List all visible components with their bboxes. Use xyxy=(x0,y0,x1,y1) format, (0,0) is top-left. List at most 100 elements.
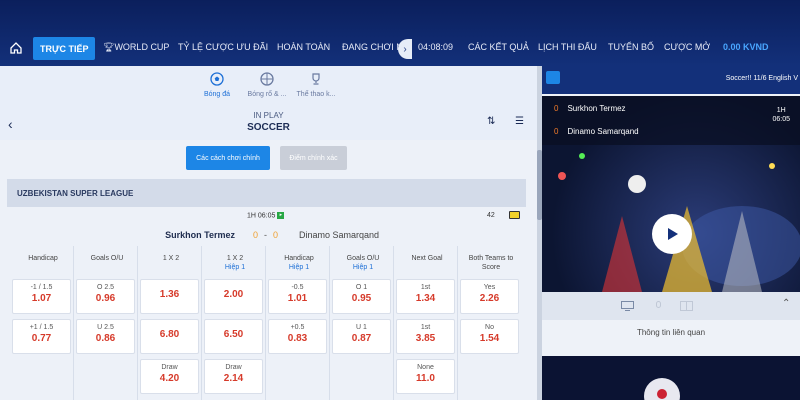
odds-button[interactable]: 1.36 xyxy=(140,279,199,314)
odds-button[interactable]: Yes 2.26 xyxy=(460,279,519,314)
column-title: Handicap xyxy=(28,255,58,262)
odds-value: 0.95 xyxy=(351,293,372,304)
odds-column: Next Goal 1st 1.34 1st 3.85 None 11.0 xyxy=(395,246,459,394)
microphone-icon[interactable] xyxy=(652,301,665,311)
odds-column: 1 X 2 Hiệp 1 2.00 6.50 Draw 2.14 xyxy=(203,246,267,394)
odds-value: 1.34 xyxy=(415,293,436,304)
nav-clock: 04:08:09 xyxy=(418,42,454,52)
column-header: Both Teams to Score xyxy=(459,246,523,276)
menu-icon[interactable]: ☰ xyxy=(515,116,524,127)
nav-open-bets[interactable]: CƯỢC MỞ xyxy=(664,42,710,52)
odds-button[interactable]: O 1 0.95 xyxy=(332,279,391,314)
odds-column: 1 X 2 1.36 6.80 Draw 4.20 xyxy=(139,246,203,394)
odds-button[interactable]: Draw 2.14 xyxy=(204,359,263,394)
monitor-icon[interactable] xyxy=(621,301,634,311)
scoreboard-away-name: Dinamo Samarqand xyxy=(567,127,639,136)
odds-button[interactable]: No 1.54 xyxy=(460,319,519,354)
video-player[interactable]: 0 Surkhon Termez 0 Dinamo Samarqand 1H 06:0… xyxy=(542,96,800,292)
video-scoreboard: 0 Surkhon Termez 0 Dinamo Samarqand 1H 06:0… xyxy=(542,96,800,145)
column-header: Handicap xyxy=(11,246,75,276)
media-controls: ⌃ xyxy=(542,292,800,320)
odds-value: 1.07 xyxy=(31,293,52,304)
media-title[interactable]: Soccer!! 11/6 English V xyxy=(726,75,798,82)
odds-column: Goals O/U Hiệp 1 O 1 0.95 U 1 0.87 xyxy=(331,246,395,354)
nav-scroll-button[interactable]: › xyxy=(398,39,412,59)
odds-button[interactable]: +1 / 1.5 0.77 xyxy=(12,319,71,354)
column-divider xyxy=(201,246,202,400)
banner-image xyxy=(644,378,680,400)
odds-button[interactable]: U 2.5 0.86 xyxy=(76,319,135,354)
page-title: SOCCER xyxy=(247,122,290,133)
odds-button[interactable]: +0.5 0.83 xyxy=(268,319,327,354)
main-bets-button[interactable]: Các cách chơi chính xyxy=(186,146,270,170)
period-label: 1H xyxy=(776,107,786,114)
stats-icon[interactable] xyxy=(680,301,693,311)
match-score: 0-0 xyxy=(253,230,278,240)
odds-button[interactable]: 1st 3.85 xyxy=(396,319,455,354)
live-badge-icon: ▸ xyxy=(277,212,285,219)
column-title: Next Goal xyxy=(411,255,443,262)
column-header: 1 X 2 Hiệp 1 xyxy=(203,246,267,276)
odds-button[interactable]: Draw 4.20 xyxy=(140,359,199,394)
play-button[interactable] xyxy=(652,214,692,254)
top-header: TRỰC TIẾP 🏆︎WORLD CUP TỶ LỆ CƯỢC ƯU ĐÃI … xyxy=(0,0,800,66)
betting-panel: Bóng đá Bóng rổ & ... Thể thao k... ‹ IN… xyxy=(0,66,537,400)
sport-tab-label: Thể thao k... xyxy=(296,91,336,98)
column-title: 1 X 2 xyxy=(162,255,180,262)
tv-icon[interactable] xyxy=(509,211,520,219)
league-header[interactable]: UZBEKISTAN SUPER LEAGUE xyxy=(7,179,526,207)
nav-promo-odds[interactable]: TỶ LỆ CƯỢC ƯU ĐÃI xyxy=(178,42,268,52)
sport-tab-basketball[interactable]: Bóng rổ & ... xyxy=(242,72,292,98)
balance[interactable]: 0.00 KVND xyxy=(723,42,769,52)
odds-value: 1.01 xyxy=(287,293,308,304)
odds-value: 1.54 xyxy=(479,333,500,344)
home-icon[interactable] xyxy=(9,41,23,55)
market-count[interactable]: 42 xyxy=(487,212,495,219)
odds-button[interactable]: 6.80 xyxy=(140,319,199,354)
odds-value: 2.26 xyxy=(479,293,500,304)
promo-banner[interactable] xyxy=(542,356,800,400)
nav-statement[interactable]: TUYỂN BỐ xyxy=(608,42,654,52)
column-title: Both Teams to Score xyxy=(468,255,514,271)
nav-results[interactable]: CÁC KẾT QUẢ xyxy=(468,42,529,52)
odds-button[interactable]: -0.5 1.01 xyxy=(268,279,327,314)
odds-button[interactable]: -1 / 1.5 1.07 xyxy=(12,279,71,314)
sort-icon[interactable]: ⇅ xyxy=(487,116,495,127)
odds-label: Draw xyxy=(225,364,242,371)
play-icon xyxy=(668,228,678,240)
odds-button[interactable]: 6.50 xyxy=(204,319,263,354)
sport-category-bar: Bóng đá Bóng rổ & ... Thể thao k... ‹ IN… xyxy=(0,66,537,140)
odds-button[interactable]: O 2.5 0.96 xyxy=(76,279,135,314)
chevron-right-icon: › xyxy=(403,43,407,55)
exact-score-button[interactable]: Điểm chính xác xyxy=(280,146,347,170)
column-header: Next Goal xyxy=(395,246,459,276)
live-tab[interactable]: TRỰC TIẾP xyxy=(33,37,96,60)
in-play-label: IN PLAY xyxy=(253,111,284,120)
odds-label: O 2.5 xyxy=(96,284,115,291)
main-nav: TRỰC TIẾP 🏆︎WORLD CUP TỶ LỆ CƯỢC ƯU ĐÃI … xyxy=(0,36,800,62)
chat-icon[interactable] xyxy=(546,71,560,84)
home-team-name: Surkhon Termez xyxy=(165,230,235,240)
odds-label: U 1 xyxy=(356,324,367,331)
odds-grid: Handicap -1 / 1.5 1.07 +1 / 1.5 0.77 Goals O/… xyxy=(7,246,529,400)
trophy-icon xyxy=(312,73,320,85)
odds-button[interactable]: 2.00 xyxy=(204,279,263,314)
scoreboard-home-score: 0 xyxy=(554,104,559,113)
related-info[interactable]: Thông tin liên quan xyxy=(542,328,800,337)
sport-tab-virtual[interactable]: Thể thao k... xyxy=(291,72,341,98)
nav-full[interactable]: HOÀN TOÀN xyxy=(277,42,330,52)
odds-button[interactable]: U 1 0.87 xyxy=(332,319,391,354)
column-subtitle: Hiệp 1 xyxy=(352,264,374,271)
column-subtitle: Hiệp 1 xyxy=(224,264,246,271)
nav-world-cup[interactable]: 🏆︎WORLD CUP xyxy=(103,42,169,53)
column-subtitle: Hiệp 1 xyxy=(288,264,310,271)
chevron-up-icon[interactable]: ⌃ xyxy=(782,298,790,309)
odds-label: 1st xyxy=(420,284,431,291)
odds-button[interactable]: None 11.0 xyxy=(396,359,455,394)
column-title: Handicap xyxy=(284,255,314,262)
away-team-name: Dinamo Samarqand xyxy=(299,230,380,240)
odds-button[interactable]: 1st 1.34 xyxy=(396,279,455,314)
nav-schedule[interactable]: LỊCH THI ĐẤU xyxy=(538,42,597,52)
sport-tab-soccer[interactable]: Bóng đá xyxy=(192,72,242,98)
nav-playing[interactable]: ĐANG CHƠI N xyxy=(342,42,403,52)
